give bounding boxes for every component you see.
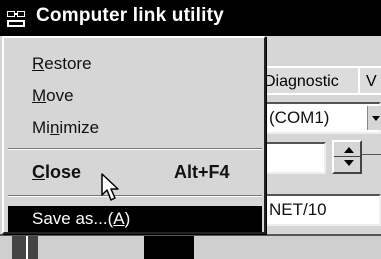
menu-item-move[interactable]: Move: [8, 83, 262, 109]
divider: [26, 236, 28, 259]
spin-up-icon[interactable]: [344, 147, 354, 153]
menu-item-label: Close: [32, 162, 82, 182]
network-computer-icon[interactable]: [6, 10, 26, 28]
numeric-field[interactable]: [262, 142, 326, 174]
menu-item-shortcut: Alt+F4: [174, 162, 230, 182]
spin-down-icon[interactable]: [344, 160, 354, 166]
dropdown-arrow-icon[interactable]: [367, 106, 381, 130]
tab-v[interactable]: V: [358, 66, 381, 94]
window-title: Computer link utility: [36, 5, 224, 26]
divider: [362, 154, 381, 155]
menu-item-restore[interactable]: Restore: [8, 51, 262, 77]
spin-arrows-icon[interactable]: [332, 140, 362, 174]
tab-diagnostic[interactable]: Diagnostic: [256, 66, 360, 94]
menu-item-close[interactable]: Close Alt+F4: [8, 159, 262, 185]
menu-item-minimize[interactable]: Minimize: [8, 115, 262, 141]
arrow-cursor-icon: [101, 173, 119, 201]
menu-item-label: Save as...(A): [32, 209, 131, 228]
menu-item-label: Minimize: [32, 118, 100, 137]
menu-separator: [8, 148, 262, 150]
menu-item-label: Move: [32, 86, 74, 105]
tab-panel-border: [256, 93, 381, 95]
panel-block: [144, 236, 194, 259]
system-menu: Restore Move Minimize Close Alt+F4 Save …: [2, 36, 266, 234]
menu-item-label: Restore: [32, 54, 92, 73]
panel-block: [12, 236, 38, 259]
menu-item-save-as[interactable]: Save as...(A): [8, 206, 262, 232]
port-select[interactable]: (COM1): [262, 102, 381, 134]
title-bar[interactable]: Computer link utility: [0, 0, 381, 36]
network-field[interactable]: NET/10: [262, 194, 381, 226]
menu-separator: [8, 195, 262, 197]
